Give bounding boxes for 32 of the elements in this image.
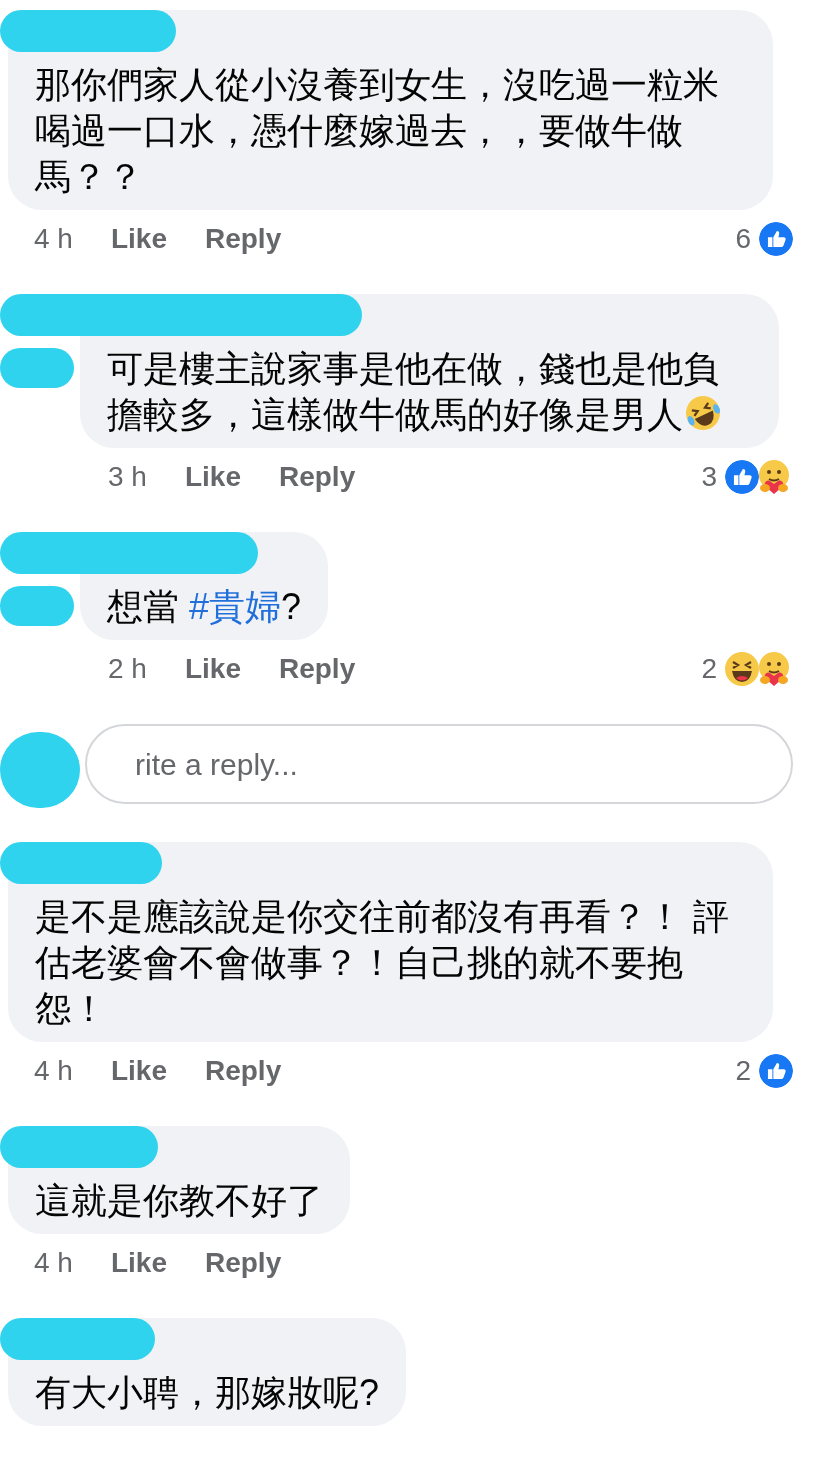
reaction-count: 3 [701, 460, 717, 494]
like-icon [757, 220, 795, 258]
comment-text: 是不是應該說是你交往前都沒有再看？！ 評估老婆會不會做事？！自己挑的就不要抱怨！ [35, 895, 730, 1031]
like-icon [723, 458, 761, 496]
comment-text: 這就是你教不好了 [35, 1179, 323, 1223]
laughing-emoji-icon [683, 393, 723, 433]
like-link[interactable]: Like [184, 648, 241, 690]
reply-link[interactable]: Reply [278, 456, 356, 498]
timestamp: 3 h [108, 460, 147, 494]
like-link[interactable]: Like [110, 1242, 167, 1284]
like-link[interactable]: Like [110, 218, 167, 260]
reaction-count: 2 [701, 652, 717, 686]
reaction-count: 2 [735, 1054, 751, 1088]
reply-link[interactable]: Reply [204, 218, 282, 260]
like-link[interactable]: Like [184, 456, 241, 498]
like-link[interactable]: Like [110, 1050, 167, 1092]
timestamp: 2 h [108, 652, 147, 686]
timestamp: 4 h [34, 1246, 73, 1280]
comment-text: 想當 #貴婦? [107, 585, 302, 629]
reply-link[interactable]: Reply [204, 1050, 282, 1092]
comment-text: 那你們家人從小沒養到女生，沒吃過一粒米喝過一口水，憑什麼嫁過去，，要做牛做馬？？ [35, 63, 720, 199]
reply-field[interactable]: rite a reply... [85, 724, 793, 804]
laughing-emoji-icon [723, 650, 761, 688]
comment-text: 可是樓主說家事是他在做，錢也是他負擔較多，這樣做牛做馬的好像是男人 [107, 346, 752, 438]
timestamp: 4 h [34, 1054, 73, 1088]
timestamp: 4 h [34, 222, 73, 256]
reply-link[interactable]: Reply [204, 1242, 282, 1284]
comment-text: 有大小聘，那嫁妝呢? [35, 1371, 380, 1415]
reaction-count: 6 [735, 222, 751, 256]
reply-link[interactable]: Reply [278, 648, 356, 690]
like-icon [757, 1052, 795, 1090]
hashtag-link[interactable]: #貴婦 [189, 586, 282, 627]
